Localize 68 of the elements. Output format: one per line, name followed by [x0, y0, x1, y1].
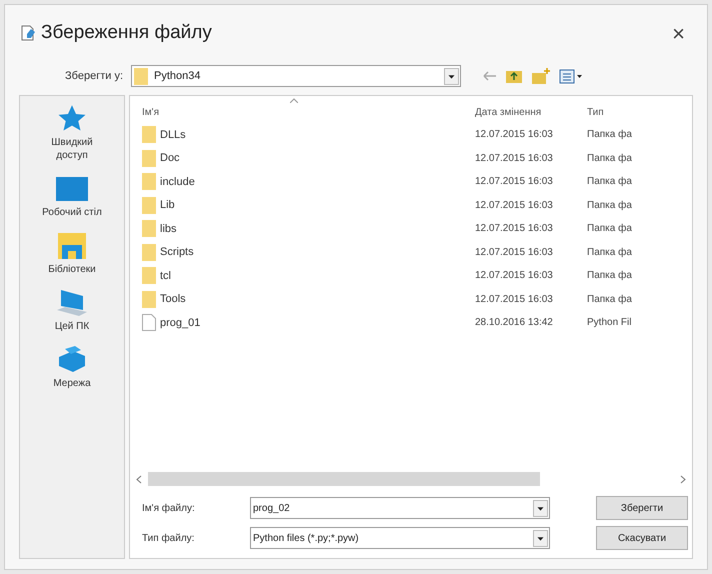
file-name[interactable]: tcl [160, 268, 171, 284]
cancel-button[interactable]: Скасувати [596, 526, 688, 550]
scroll-left-icon[interactable] [136, 474, 142, 484]
type-cell-text: Папка фа [587, 246, 632, 260]
save-button[interactable]: Зберегти [596, 496, 688, 520]
file-name[interactable]: Lib [160, 197, 175, 214]
folder-icon [142, 267, 156, 284]
folder-icon [142, 173, 156, 190]
column-header[interactable]: Тип [587, 105, 604, 120]
file-name[interactable]: include [160, 174, 195, 190]
folder-icon [134, 68, 148, 84]
type-cell-text: Папка фа [587, 269, 632, 284]
field-label: Тип файлу: [142, 532, 196, 546]
file-name[interactable]: DLLs [160, 126, 186, 143]
date-cell-text: 12.07.2015 16:03 [475, 198, 554, 213]
folder-icon [142, 126, 156, 144]
column-header[interactable]: Ім'я [142, 105, 475, 120]
folder-icon [142, 244, 156, 261]
type-cell-text: Папка фа [587, 175, 632, 190]
file-type-dropdown[interactable]: Python files (*.py;*.pyw) [250, 527, 550, 549]
laptop-icon [55, 288, 89, 318]
desktop-icon [55, 174, 89, 204]
dropdown-caret-icon[interactable] [533, 500, 548, 516]
field-label: Ім'я файлу: [142, 502, 196, 516]
save-in-dropdown[interactable]: Python34 [131, 65, 461, 87]
window-title: Збереження файлу [41, 20, 212, 45]
place-label[interactable]: Бібліотеки [37, 263, 107, 276]
type-cell-text: Папка фа [587, 198, 632, 213]
close-button[interactable]: × [666, 16, 691, 50]
date-cell-text: 12.07.2015 16:03 [475, 269, 554, 284]
scrollbar-thumb[interactable] [148, 472, 540, 486]
folder-icon [142, 220, 156, 238]
type-cell-text: Папка фа [587, 152, 632, 166]
file-name-field[interactable]: prog_02 [250, 497, 550, 519]
date-cell-text: 12.07.2015 16:03 [475, 222, 554, 236]
up-folder-icon[interactable] [505, 68, 523, 84]
column-header[interactable]: Дата змінення [475, 105, 587, 120]
place-label[interactable]: Цей ПК [37, 320, 107, 333]
dropdown-caret-icon[interactable] [533, 530, 548, 546]
date-cell-text: 12.07.2015 16:03 [475, 128, 554, 142]
type-cell-text: Python Fil [587, 316, 632, 330]
file-name[interactable]: Scripts [160, 244, 194, 260]
save-in-label: Зберегти у: [64, 68, 123, 84]
folder-icon [142, 150, 156, 167]
scroll-right-icon[interactable] [680, 474, 686, 484]
folder-icon [142, 290, 156, 308]
type-cell-text: Папка фа [587, 128, 632, 142]
sort-chevron-icon [290, 98, 298, 103]
document-icon [21, 25, 37, 41]
type-cell-text: Папка фа [587, 292, 632, 307]
file-name[interactable]: prog_01 [160, 314, 200, 331]
library-icon [55, 231, 89, 261]
view-menu-icon[interactable] [559, 68, 583, 84]
place-label[interactable]: Робочий стіл [37, 206, 107, 219]
date-cell-text: 12.07.2015 16:03 [475, 152, 554, 166]
date-cell-text: 28.10.2016 13:42 [475, 316, 554, 330]
folder-icon [142, 196, 156, 214]
file-name[interactable]: Doc [160, 150, 180, 166]
place-label[interactable]: Мережа [37, 377, 107, 390]
date-cell-text: 12.07.2015 16:03 [475, 246, 554, 260]
dropdown-caret-icon[interactable] [444, 68, 459, 84]
file-name[interactable]: Tools [160, 291, 186, 308]
type-cell-text: Папка фа [587, 222, 632, 236]
date-cell-text: 12.07.2015 16:03 [475, 175, 554, 190]
date-cell-text: 12.07.2015 16:03 [475, 292, 554, 307]
place-label[interactable]: Швидкий доступ [37, 136, 107, 162]
file-name[interactable]: libs [160, 220, 177, 237]
file-icon [142, 314, 156, 332]
